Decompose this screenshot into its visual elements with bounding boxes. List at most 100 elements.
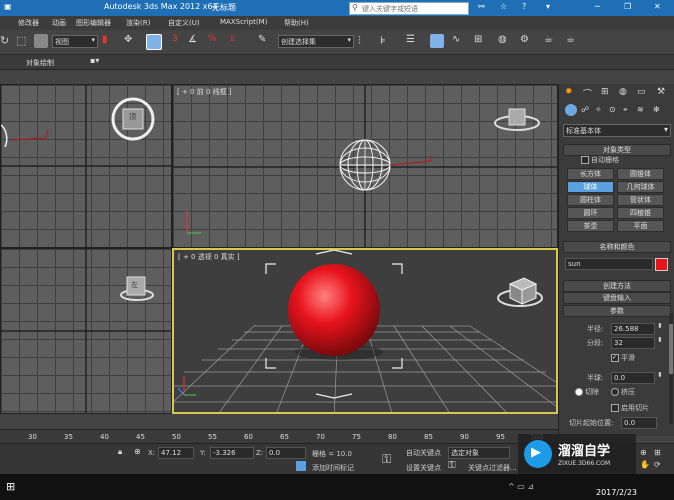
- zoom-extents-icon[interactable]: ⊕: [640, 448, 647, 457]
- move-icon[interactable]: ✥: [124, 34, 138, 48]
- add-time-tag-label[interactable]: 添加时间标记: [312, 463, 354, 473]
- lock-icon[interactable]: 🔒︎: [118, 447, 122, 457]
- selected-object-dropdown[interactable]: 选定对象: [448, 447, 510, 459]
- creation-method-rollout-title[interactable]: 创建方法: [563, 280, 671, 292]
- z-coordinate-input[interactable]: 0.0: [266, 447, 306, 459]
- modify-tab-icon[interactable]: ⌒: [583, 87, 592, 100]
- sphere-button[interactable]: 球体: [567, 181, 614, 193]
- graphite-toolbar-icon[interactable]: [430, 34, 444, 48]
- angle-snap-icon[interactable]: ∡: [188, 34, 202, 48]
- pyramid-button[interactable]: 四棱锥: [617, 207, 664, 219]
- binoculars-icon[interactable]: ⚯: [478, 2, 485, 11]
- minimize-button[interactable]: ─: [595, 2, 600, 11]
- parameters-rollout-title[interactable]: 参数: [563, 305, 671, 317]
- windows-start-icon[interactable]: ⊞: [6, 480, 15, 493]
- viewport-top-left[interactable]: 顶: [0, 84, 172, 248]
- star-icon[interactable]: ☆: [500, 2, 507, 11]
- render-production-icon[interactable]: ☕: [566, 34, 580, 48]
- help-icon[interactable]: ?: [522, 2, 526, 11]
- key-icon[interactable]: ⚿: [382, 452, 391, 467]
- object-name-input[interactable]: sun: [565, 258, 653, 270]
- hemisphere-input[interactable]: 0.0: [611, 372, 655, 384]
- panel-scrollbar-thumb[interactable]: [669, 324, 673, 374]
- ribbon-options-icon[interactable]: ▪▾: [90, 56, 99, 65]
- box-button[interactable]: 长方体: [567, 168, 614, 180]
- name-color-rollout-title[interactable]: 名称和颜色: [563, 241, 671, 253]
- rendered-frame-icon[interactable]: ☕: [544, 34, 558, 48]
- viewport-perspective[interactable]: [ + 0 透视 0 真实 ]: [172, 248, 558, 414]
- hemisphere-spinner[interactable]: ⬍: [657, 371, 663, 379]
- menu-item-graph-editors[interactable]: 图形编辑器: [76, 18, 111, 28]
- mirror-icon[interactable]: ⫶: [358, 34, 372, 48]
- search-input[interactable]: 键入关键字或短语 ⚲: [349, 2, 469, 15]
- slice-on-checkbox[interactable]: [611, 404, 619, 412]
- select-manipulate-button[interactable]: [146, 34, 162, 50]
- reference-coordinate-dropdown[interactable]: 视图 ▾: [52, 35, 98, 48]
- segments-spinner[interactable]: ⬍: [657, 336, 663, 344]
- orbit-icon[interactable]: ⟳: [654, 460, 661, 469]
- viewport-left[interactable]: 左: [0, 248, 172, 414]
- plane-button[interactable]: 平面: [617, 220, 664, 232]
- percent-snap-icon[interactable]: %: [208, 34, 222, 48]
- menu-item-modifiers[interactable]: 修改器: [18, 18, 39, 28]
- utilities-tab-icon[interactable]: ⚒: [657, 87, 665, 97]
- x-coordinate-input[interactable]: 47.12: [158, 447, 194, 459]
- keyboard-entry-rollout-title[interactable]: 键盘输入: [563, 292, 671, 304]
- named-selection-dropdown[interactable]: 创建选择集 ▾: [278, 35, 354, 48]
- close-button[interactable]: ✕: [654, 2, 661, 11]
- viewport-front[interactable]: [ + 0 前 0 线框 ]: [172, 84, 558, 248]
- pivot-icon[interactable]: ▮: [102, 34, 116, 48]
- teapot-button[interactable]: 茶壶: [567, 220, 614, 232]
- lights-icon[interactable]: ✧: [595, 105, 602, 114]
- scale-icon[interactable]: ⬚: [16, 34, 30, 48]
- display-tab-icon[interactable]: ▭: [637, 87, 646, 97]
- tube-button[interactable]: 管状体: [617, 194, 664, 206]
- snap-3-icon[interactable]: 3: [172, 34, 186, 48]
- motion-tab-icon[interactable]: ◍: [619, 87, 627, 97]
- shapes-icon[interactable]: ☍: [581, 105, 589, 114]
- category-dropdown[interactable]: 标准基本体 ▾: [563, 124, 671, 137]
- systems-icon[interactable]: ✻: [653, 105, 660, 114]
- cameras-icon[interactable]: ⊙: [609, 105, 616, 114]
- restore-button[interactable]: ❐: [624, 2, 631, 11]
- panel-scrollbar[interactable]: [669, 314, 673, 424]
- geosphere-button[interactable]: 几何球体: [617, 181, 664, 193]
- set-key-button[interactable]: 设置关键点: [406, 463, 441, 473]
- align-icon[interactable]: ⊧: [380, 34, 394, 48]
- system-tray-icon[interactable]: ^ ▭ ⊿: [508, 482, 534, 491]
- schematic-view-icon[interactable]: ⊞: [474, 34, 488, 48]
- menu-item-animation[interactable]: 动画: [52, 18, 66, 28]
- spacewarps-icon[interactable]: ≋: [637, 105, 644, 114]
- geometry-icon[interactable]: [565, 104, 577, 116]
- render-setup-icon[interactable]: ⚙: [520, 34, 534, 48]
- menu-item-maxscript[interactable]: MAXScript(M): [220, 18, 267, 26]
- torus-button[interactable]: 圆环: [567, 207, 614, 219]
- viewport-front-label[interactable]: [ + 0 前 0 线框 ]: [177, 87, 232, 97]
- cone-button[interactable]: 圆锥体: [617, 168, 664, 180]
- cylinder-button[interactable]: 圆柱体: [567, 194, 614, 206]
- curve-editor-icon[interactable]: ∿: [452, 34, 466, 48]
- pan-icon[interactable]: ✋: [640, 460, 650, 469]
- create-tab-icon[interactable]: ✹: [565, 87, 573, 97]
- hierarchy-tab-icon[interactable]: ⊞: [601, 87, 609, 97]
- chop-radio[interactable]: [575, 388, 583, 396]
- radius-spinner[interactable]: ⬍: [657, 322, 663, 330]
- rotate-icon[interactable]: ↻: [0, 34, 14, 48]
- transform-mode-icon[interactable]: ⊕: [134, 447, 141, 456]
- app-menu-icon[interactable]: ▣: [4, 2, 12, 11]
- select-scale-icon[interactable]: [34, 34, 48, 48]
- autogrid-checkbox[interactable]: [581, 156, 589, 164]
- menu-item-rendering[interactable]: 渲染(R): [126, 18, 150, 28]
- segments-input[interactable]: 32: [611, 337, 655, 349]
- edit-named-selection-icon[interactable]: ✎: [258, 34, 272, 48]
- viewport-perspective-label[interactable]: [ + 0 透视 0 真实 ]: [178, 252, 240, 262]
- helpers-icon[interactable]: ⌖: [623, 105, 628, 115]
- menu-item-help[interactable]: 帮助(H): [284, 18, 309, 28]
- object-color-swatch[interactable]: [655, 258, 668, 271]
- smooth-checkbox[interactable]: ✓: [611, 354, 619, 362]
- set-key-icon[interactable]: ⚿: [448, 460, 456, 471]
- auto-key-button[interactable]: 自动关键点: [406, 448, 441, 458]
- time-tag-icon[interactable]: [296, 461, 306, 471]
- layer-manager-icon[interactable]: ☰: [406, 34, 420, 48]
- dropdown-icon[interactable]: ▾: [546, 2, 550, 11]
